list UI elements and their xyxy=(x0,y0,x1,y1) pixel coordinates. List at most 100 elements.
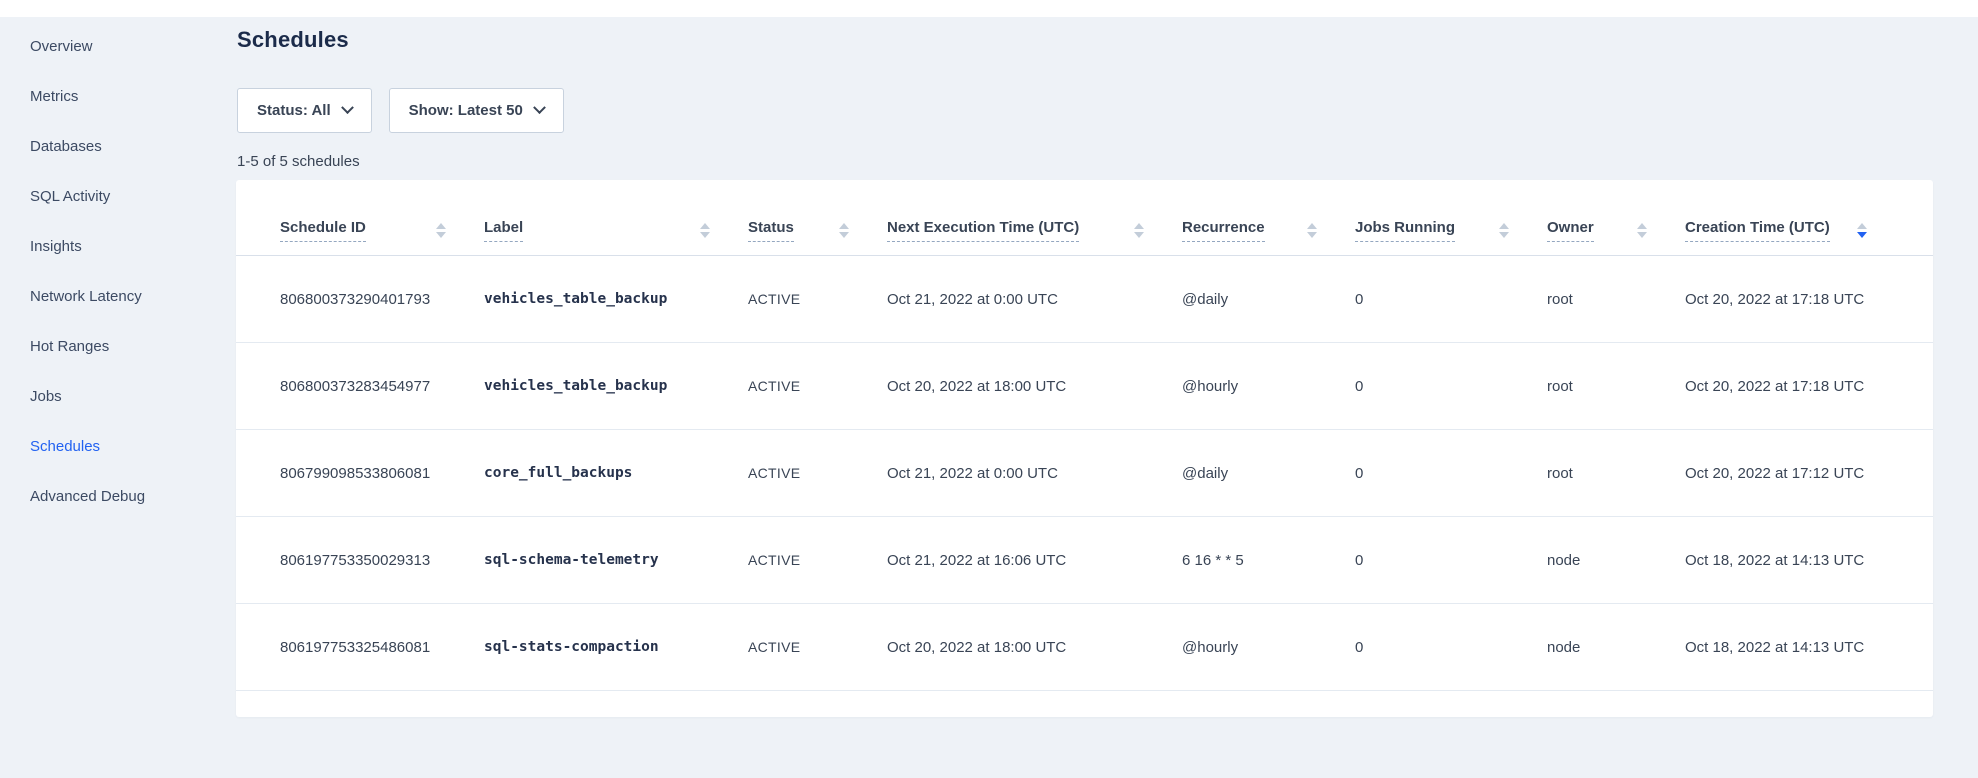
sort-up-icon xyxy=(1134,223,1144,229)
column-header-jobs-running[interactable]: Jobs Running xyxy=(1355,219,1547,255)
chevron-down-icon xyxy=(341,101,354,114)
cell-label: vehicles_table_backup xyxy=(484,378,748,394)
cell-status: ACTIVE xyxy=(748,639,887,655)
sort-up-icon xyxy=(1307,223,1317,229)
cell-label: sql-stats-compaction xyxy=(484,639,748,655)
sidebar-item-label: Network Latency xyxy=(30,288,142,305)
cell-label: sql-schema-telemetry xyxy=(484,552,748,568)
sidebar-item-label: Metrics xyxy=(30,88,78,105)
sidebar-item-metrics[interactable]: Metrics xyxy=(0,72,236,122)
column-header-status[interactable]: Status xyxy=(748,219,887,255)
cell-jobs-running: 0 xyxy=(1355,378,1547,395)
sidebar-item-label: Schedules xyxy=(30,438,100,455)
sort-up-icon xyxy=(1499,223,1509,229)
cell-next-execution-time: Oct 20, 2022 at 18:00 UTC xyxy=(887,378,1182,395)
sidebar-item-network-latency[interactable]: Network Latency xyxy=(0,272,236,322)
cell-next-execution-time: Oct 21, 2022 at 0:00 UTC xyxy=(887,291,1182,308)
cell-recurrence: @daily xyxy=(1182,291,1355,308)
sidebar-item-label: Insights xyxy=(30,238,82,255)
sidebar-item-hot-ranges[interactable]: Hot Ranges xyxy=(0,322,236,372)
cell-status: ACTIVE xyxy=(748,291,887,307)
cell-status: ACTIVE xyxy=(748,552,887,568)
cell-schedule-id: 806197753350029313 xyxy=(280,552,484,569)
sort-arrows-icon xyxy=(700,223,710,238)
column-header-next-execution-time-utc[interactable]: Next Execution Time (UTC) xyxy=(887,219,1182,255)
sort-down-icon xyxy=(839,232,849,238)
sidebar-item-overview[interactable]: Overview xyxy=(0,22,236,72)
column-header-creation-time-utc[interactable]: Creation Time (UTC) xyxy=(1685,219,1905,255)
sort-arrows-icon xyxy=(1134,223,1144,238)
cell-creation-time: Oct 18, 2022 at 14:13 UTC xyxy=(1685,639,1905,656)
sort-arrows-icon xyxy=(1499,223,1509,238)
column-header-label: Schedule ID xyxy=(280,219,366,242)
sort-arrows-icon xyxy=(1857,223,1867,238)
sort-down-icon xyxy=(1499,232,1509,238)
sort-arrows-icon xyxy=(436,223,446,238)
filters-toolbar: Status: All Show: Latest 50 xyxy=(237,88,564,133)
cell-schedule-id: 806800373283454977 xyxy=(280,378,484,395)
sidebar-item-label: Advanced Debug xyxy=(30,488,145,505)
sidebar-item-databases[interactable]: Databases xyxy=(0,122,236,172)
table-row[interactable]: 806197753350029313 sql-schema-telemetry … xyxy=(236,517,1933,604)
column-header-label: Owner xyxy=(1547,219,1594,242)
cell-next-execution-time: Oct 21, 2022 at 0:00 UTC xyxy=(887,465,1182,482)
column-header-label: Label xyxy=(484,219,523,242)
sidebar-item-label: Hot Ranges xyxy=(30,338,109,355)
table-row[interactable]: 806799098533806081 core_full_backups ACT… xyxy=(236,430,1933,517)
table-row[interactable]: 806800373283454977 vehicles_table_backup… xyxy=(236,343,1933,430)
page-title: Schedules xyxy=(237,27,349,53)
cell-recurrence: @hourly xyxy=(1182,639,1355,656)
sidebar-item-jobs[interactable]: Jobs xyxy=(0,372,236,422)
column-header-schedule-id[interactable]: Schedule ID xyxy=(280,219,484,255)
sidebar-item-label: Overview xyxy=(30,38,93,55)
cell-creation-time: Oct 18, 2022 at 14:13 UTC xyxy=(1685,552,1905,569)
cell-recurrence: 6 16 * * 5 xyxy=(1182,552,1355,569)
table-body: 806800373290401793 vehicles_table_backup… xyxy=(236,256,1933,691)
cell-jobs-running: 0 xyxy=(1355,639,1547,656)
cell-label: core_full_backups xyxy=(484,465,748,481)
results-summary: 1-5 of 5 schedules xyxy=(237,153,360,170)
cell-next-execution-time: Oct 20, 2022 at 18:00 UTC xyxy=(887,639,1182,656)
sort-up-icon xyxy=(436,223,446,229)
column-header-owner[interactable]: Owner xyxy=(1547,219,1685,255)
show-filter-button[interactable]: Show: Latest 50 xyxy=(389,88,564,133)
cell-jobs-running: 0 xyxy=(1355,552,1547,569)
sort-up-icon xyxy=(839,223,849,229)
sort-arrows-icon xyxy=(1307,223,1317,238)
cell-next-execution-time: Oct 21, 2022 at 16:06 UTC xyxy=(887,552,1182,569)
column-header-label: Next Execution Time (UTC) xyxy=(887,219,1079,242)
cell-owner: root xyxy=(1547,378,1685,395)
sort-down-icon xyxy=(436,232,446,238)
column-header-label[interactable]: Label xyxy=(484,219,748,255)
sort-arrows-icon xyxy=(839,223,849,238)
table-row[interactable]: 806197753325486081 sql-stats-compaction … xyxy=(236,604,1933,691)
top-bar xyxy=(0,0,1978,17)
sort-up-icon xyxy=(1637,223,1647,229)
column-header-label: Recurrence xyxy=(1182,219,1265,242)
cell-schedule-id: 806197753325486081 xyxy=(280,639,484,656)
cell-recurrence: @daily xyxy=(1182,465,1355,482)
cell-creation-time: Oct 20, 2022 at 17:18 UTC xyxy=(1685,291,1905,308)
table-row[interactable]: 806800373290401793 vehicles_table_backup… xyxy=(236,256,1933,343)
column-header-label: Jobs Running xyxy=(1355,219,1455,242)
table-header-row: Schedule ID Label Status Next Execution … xyxy=(236,180,1933,256)
cell-status: ACTIVE xyxy=(748,378,887,394)
cell-jobs-running: 0 xyxy=(1355,291,1547,308)
sort-down-icon xyxy=(1857,232,1867,238)
sidebar-item-insights[interactable]: Insights xyxy=(0,222,236,272)
cell-creation-time: Oct 20, 2022 at 17:12 UTC xyxy=(1685,465,1905,482)
chevron-down-icon xyxy=(533,101,546,114)
sidebar-item-schedules[interactable]: Schedules xyxy=(0,422,236,472)
sidebar-item-sql-activity[interactable]: SQL Activity xyxy=(0,172,236,222)
column-header-label: Status xyxy=(748,219,794,242)
cell-owner: root xyxy=(1547,291,1685,308)
filter-button-label: Status: All xyxy=(257,102,331,119)
sort-down-icon xyxy=(1637,232,1647,238)
status-filter-button[interactable]: Status: All xyxy=(237,88,372,133)
sidebar-item-advanced-debug[interactable]: Advanced Debug xyxy=(0,472,236,522)
cell-creation-time: Oct 20, 2022 at 17:18 UTC xyxy=(1685,378,1905,395)
cell-schedule-id: 806800373290401793 xyxy=(280,291,484,308)
sort-up-icon xyxy=(700,223,710,229)
sort-down-icon xyxy=(1307,232,1317,238)
column-header-recurrence[interactable]: Recurrence xyxy=(1182,219,1355,255)
